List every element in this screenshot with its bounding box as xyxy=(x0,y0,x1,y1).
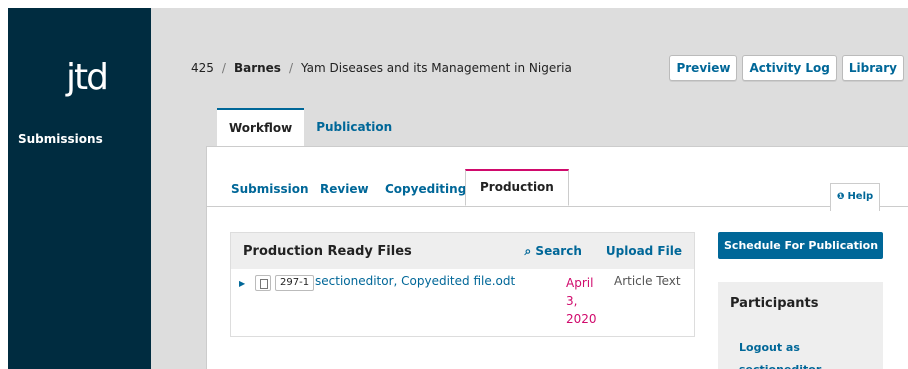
sidebar: jtd Submissions xyxy=(8,8,151,369)
preview-button[interactable]: Preview xyxy=(669,55,738,81)
header-actions: Preview Activity Log Library xyxy=(669,55,904,81)
search-label: Search xyxy=(535,243,582,258)
upload-file-button[interactable]: Upload File xyxy=(606,244,682,258)
document-icon xyxy=(255,275,271,291)
breadcrumb-title: Yam Diseases and its Management in Niger… xyxy=(301,61,572,75)
file-name-link[interactable]: sectioneditor, Copyedited file.odt xyxy=(315,274,515,288)
workflow-panel: Submission Review Copyediting Production… xyxy=(206,146,908,369)
stage-tabs: Submission Review Copyediting Production xyxy=(207,169,908,207)
table-row: ▶ 297-1 sectioneditor, Copyedited file.o… xyxy=(231,269,694,335)
tab-publication[interactable]: Publication xyxy=(304,108,404,146)
search-button[interactable]: ⌕ Search xyxy=(525,244,582,259)
participants-title: Participants xyxy=(730,296,819,311)
file-id-badge: 297-1 xyxy=(275,275,315,291)
activity-log-button[interactable]: Activity Log xyxy=(742,55,837,81)
files-title: Production Ready Files xyxy=(243,243,412,259)
help-label: Help xyxy=(847,191,874,202)
search-icon: ⌕ xyxy=(524,243,532,258)
tab-copyediting[interactable]: Copyediting xyxy=(385,171,466,207)
breadcrumb-author: Barnes xyxy=(233,61,281,75)
info-circle-icon: ❶ xyxy=(836,192,845,202)
file-date: April 3, 2020 xyxy=(566,276,597,326)
breadcrumb-id: 425 xyxy=(191,61,214,75)
library-button[interactable]: Library xyxy=(841,55,904,81)
logout-as-link[interactable]: Logout as sectioneditor xyxy=(739,337,849,369)
tab-submission[interactable]: Submission xyxy=(231,171,309,207)
schedule-for-publication-button[interactable]: Schedule For Publication xyxy=(718,232,883,259)
tab-workflow[interactable]: Workflow xyxy=(217,108,305,146)
main-area: 425 / Barnes / Yam Diseases and its Mana… xyxy=(151,8,908,369)
breadcrumb-separator: / xyxy=(288,61,293,75)
files-header: Production Ready Files ⌕ Search Upload F… xyxy=(231,233,694,269)
tab-production[interactable]: Production xyxy=(465,169,569,206)
production-files-grid: Production Ready Files ⌕ Search Upload F… xyxy=(230,232,695,337)
file-type: Article Text xyxy=(614,274,681,288)
participants-panel: Participants Logout as sectioneditor xyxy=(718,282,883,369)
breadcrumb: 425 / Barnes / Yam Diseases and its Mana… xyxy=(191,61,572,75)
expand-caret-icon[interactable]: ▶ xyxy=(239,279,245,288)
breadcrumb-separator: / xyxy=(221,61,226,75)
tab-review[interactable]: Review xyxy=(320,171,369,207)
help-button[interactable]: ❶ Help xyxy=(830,183,880,211)
sidebar-item-submissions[interactable]: Submissions xyxy=(18,132,103,146)
site-logo[interactable]: jtd xyxy=(66,58,109,98)
top-tabs: Workflow Publication xyxy=(217,108,404,146)
